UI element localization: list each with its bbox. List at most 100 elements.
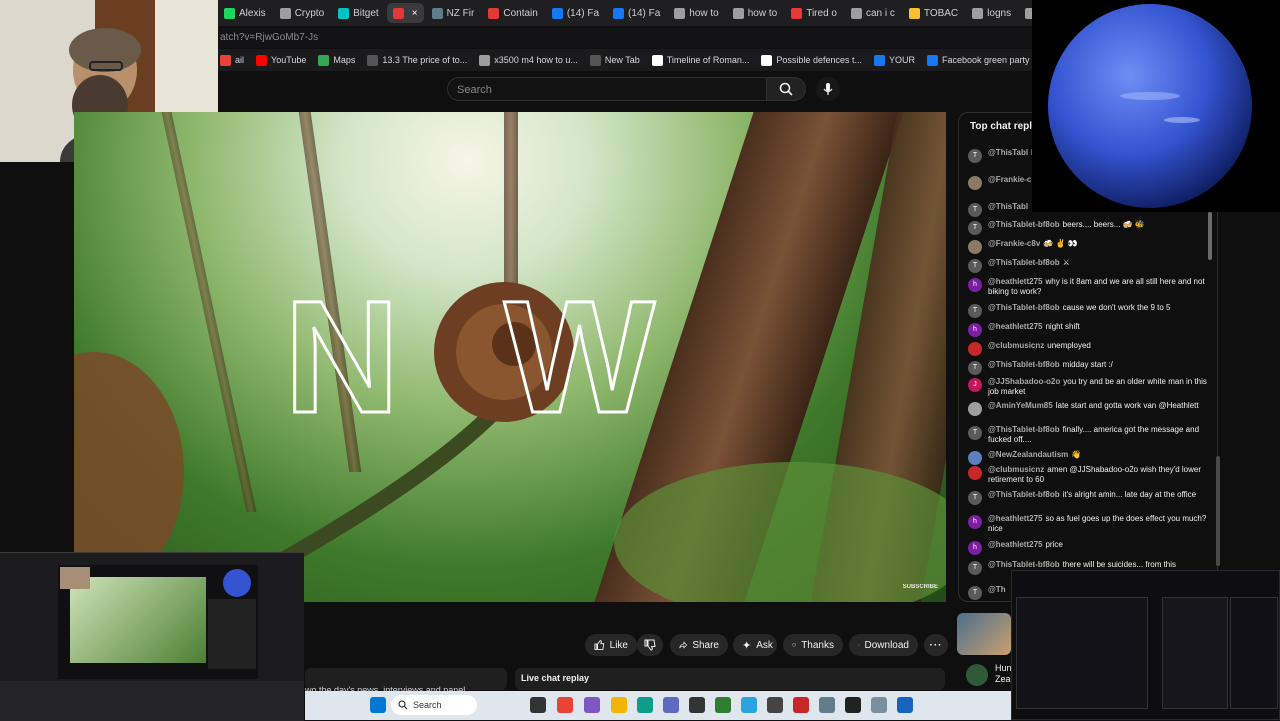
chat-author[interactable]: @Frankie-c8v: [988, 239, 1040, 248]
obs-icon[interactable]: [767, 697, 783, 713]
subscribe-watermark[interactable]: SUBSCRIBE: [903, 584, 938, 590]
chat-author[interactable]: @ThisTablet-bf8ob: [988, 220, 1060, 229]
bookmark-item[interactable]: x3500 m4 how to u...: [479, 54, 578, 66]
chat-message[interactable]: h @heathlett275 night shift: [968, 322, 1208, 337]
chat-message[interactable]: @clubmusicnz amen @JJShabadoo-o2o wish th…: [968, 465, 1208, 485]
chat-message[interactable]: T @ThisTablet-bf8ob cause we don't work th…: [968, 303, 1208, 318]
dislike-button[interactable]: [637, 634, 663, 656]
taskview-icon[interactable]: [530, 697, 546, 713]
file-explorer-icon[interactable]: [611, 697, 627, 713]
chat-author[interactable]: @heathlett275: [988, 540, 1042, 549]
bookmark-item[interactable]: Possible defences t...: [761, 54, 862, 66]
thanks-button[interactable]: Thanks: [783, 634, 843, 656]
chat-author[interactable]: @ThisTablet-bf8ob: [988, 303, 1060, 312]
chat-author[interactable]: @ThisTabl: [988, 148, 1028, 157]
browser-tab[interactable]: ×: [386, 3, 424, 23]
download-button[interactable]: Download: [849, 634, 918, 656]
browser-tab[interactable]: Bitget: [332, 3, 385, 23]
chat-message[interactable]: h @heathlett275 why is it 8am and we are a…: [968, 277, 1208, 297]
chat-author[interactable]: @AminYeMum85: [988, 401, 1053, 410]
app-icon[interactable]: [584, 697, 600, 713]
chat-message[interactable]: @Frankie-c8v 🍻 ✌ 👀: [968, 239, 1208, 254]
app-blue-icon[interactable]: [897, 697, 913, 713]
chat-author[interactable]: @clubmusicnz: [988, 341, 1044, 350]
bookmark-item[interactable]: Timeline of Roman...: [651, 54, 749, 66]
chat-author[interactable]: @NewZealandautism: [988, 450, 1068, 459]
chat-message[interactable]: T @ThisTablet-bf8ob finally.... america go…: [968, 425, 1208, 445]
chat-message[interactable]: T @ThisTablet-bf8ob midday start :/: [968, 360, 1208, 375]
share-button[interactable]: Share: [670, 634, 728, 656]
bookmark-item[interactable]: New Tab: [589, 54, 640, 66]
voice-search-button[interactable]: [816, 77, 840, 101]
settings-icon[interactable]: [819, 697, 835, 713]
chat-author[interactable]: @heathlett275: [988, 514, 1042, 523]
more-actions-button[interactable]: ···: [924, 634, 948, 656]
chat-author[interactable]: @Frankie-c: [988, 175, 1031, 184]
recommended-channel-name[interactable]: Hun Zea: [995, 663, 1012, 685]
chat-author[interactable]: @ThisTablet-bf8ob: [988, 560, 1060, 569]
chat-message[interactable]: @NewZealandautism 👋: [968, 450, 1208, 465]
recommended-video-thumbnail[interactable]: [957, 613, 1011, 655]
bookmark-item[interactable]: YouTube: [256, 54, 306, 66]
chat-message[interactable]: T @ThisTablet-bf8ob it's alright amin... l…: [968, 490, 1208, 505]
like-button[interactable]: Like: [585, 634, 637, 656]
chat-author[interactable]: @Th: [988, 585, 1006, 594]
chat-author[interactable]: @clubmusicnz: [988, 465, 1044, 474]
bookmark-item[interactable]: Maps: [318, 54, 355, 66]
obs-preview-window[interactable]: [0, 552, 304, 721]
browser-tab[interactable]: how to: [668, 3, 724, 23]
chat-message[interactable]: J @JJShabadoo-o2o you try and be an older …: [968, 377, 1208, 397]
telegram-icon[interactable]: [741, 697, 757, 713]
chat-message[interactable]: @clubmusicnz unemployed: [968, 341, 1208, 356]
taskbar-search[interactable]: Search: [391, 695, 477, 715]
close-tab-icon[interactable]: ×: [412, 8, 418, 19]
chat-author[interactable]: @heathlett275: [988, 277, 1042, 286]
chrome-icon[interactable]: [557, 697, 573, 713]
browser-tab[interactable]: Contain: [482, 3, 543, 23]
desktop-preview-window[interactable]: [1011, 570, 1280, 720]
bookmark-item[interactable]: YOUR: [873, 54, 915, 66]
chat-author[interactable]: @heathlett275: [988, 322, 1042, 331]
chat-author[interactable]: @JJShabadoo-o2o: [988, 377, 1060, 386]
browser-tab[interactable]: (14) Fa: [546, 3, 605, 23]
browser-tab[interactable]: can i c: [845, 3, 901, 23]
store-icon[interactable]: [663, 697, 679, 713]
youtube-search-button[interactable]: [766, 77, 806, 101]
chat-message[interactable]: T @ThisTablet-bf8ob beers.... beers... 🍻 🐝: [968, 220, 1208, 235]
pdf-icon[interactable]: [793, 697, 809, 713]
chat-message[interactable]: h @heathlett275 so as fuel goes up the doe…: [968, 514, 1208, 534]
chat-scrollbar-lower[interactable]: [1216, 456, 1220, 566]
browser-tab[interactable]: Tired o: [785, 3, 843, 23]
ask-button[interactable]: ✦ Ask: [733, 634, 777, 656]
chat-author[interactable]: @ThisTablet-bf8ob: [988, 360, 1060, 369]
browser-tab[interactable]: Alexis: [218, 3, 272, 23]
bookmark-item[interactable]: 13.3 The price of to...: [367, 54, 467, 66]
browser-tab[interactable]: NZ Fir: [426, 3, 481, 23]
chat-author[interactable]: @ThisTabl: [988, 202, 1028, 211]
app-dark-icon[interactable]: [845, 697, 861, 713]
calculator-icon[interactable]: [871, 697, 887, 713]
browser-tab[interactable]: what is: [1019, 3, 1032, 23]
browser-tab[interactable]: TOBAC: [903, 3, 964, 23]
edge-icon[interactable]: [637, 697, 653, 713]
browser-tab[interactable]: how to: [727, 3, 783, 23]
chat-scrollbar[interactable]: [1208, 212, 1212, 260]
browser-tab[interactable]: logns: [966, 3, 1017, 23]
app-green-icon[interactable]: [715, 697, 731, 713]
terminal-icon[interactable]: [689, 697, 705, 713]
channel-avatar[interactable]: [966, 664, 988, 686]
chat-message[interactable]: h @heathlett275 price: [968, 540, 1208, 555]
address-bar[interactable]: atch?v=RjwGoMb7-Js: [218, 28, 1032, 48]
chat-author[interactable]: @ThisTablet-bf8ob: [988, 490, 1060, 499]
chat-message[interactable]: T @ThisTablet-bf8ob ⚔: [968, 258, 1208, 273]
bookmark-item[interactable]: ail: [220, 54, 244, 66]
chat-message[interactable]: @AminYeMum85 late start and gotta work va…: [968, 401, 1208, 416]
chat-author[interactable]: @ThisTablet-bf8ob: [988, 258, 1060, 267]
bookmark-item[interactable]: Facebook green party: [927, 54, 1030, 66]
windows-start-icon[interactable]: [370, 697, 386, 713]
chat-author[interactable]: @ThisTablet-bf8ob: [988, 425, 1060, 434]
browser-tab[interactable]: Crypto: [274, 3, 330, 23]
video-player[interactable]: N W SUBSCRIBE: [74, 112, 946, 602]
live-chat-replay-toggle[interactable]: Live chat replay: [515, 668, 945, 690]
obs-controls-area[interactable]: [0, 681, 304, 721]
